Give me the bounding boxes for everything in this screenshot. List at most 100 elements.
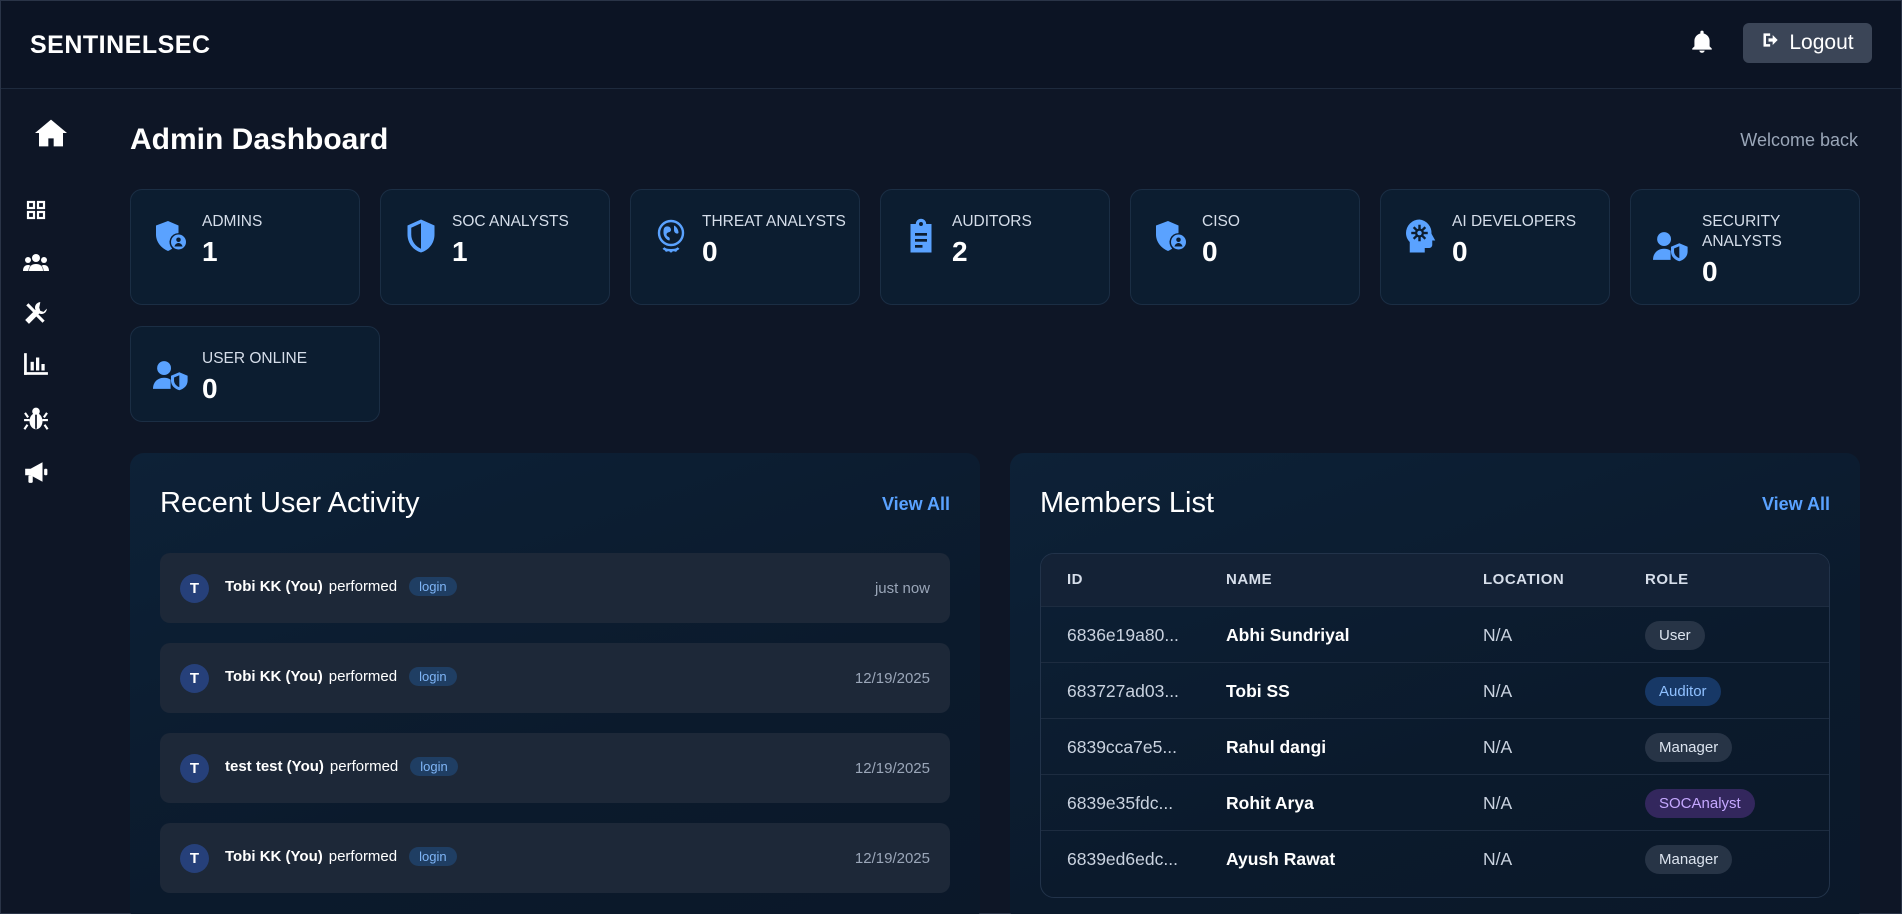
- table-row[interactable]: 683727ad03... Tobi SS N/A Auditor: [1041, 662, 1829, 718]
- activity-time: 12/19/2025: [854, 760, 930, 777]
- user-shield-person-icon: [153, 357, 189, 393]
- member-location: N/A: [1483, 625, 1513, 645]
- logout-icon: [1761, 30, 1781, 56]
- role-badge: Manager: [1645, 733, 1733, 762]
- activity-user: Tobi KK (You): [225, 668, 323, 685]
- avatar: T: [180, 664, 209, 693]
- member-name: Ayush Rawat: [1226, 849, 1336, 869]
- megaphone-icon[interactable]: [23, 460, 49, 484]
- stat-card-auditors[interactable]: AUDITORS 2: [880, 189, 1110, 305]
- table-header: ID NAME LOCATION ROLE: [1041, 554, 1829, 606]
- members-view-all-link[interactable]: View All: [1762, 494, 1830, 515]
- role-badge: User: [1645, 621, 1705, 650]
- panel-title: Recent User Activity: [160, 487, 420, 519]
- activity-text: test test (You) performed login: [225, 757, 458, 776]
- activity-item[interactable]: T Tobi KK (You) performed login 12/19/20…: [160, 823, 950, 893]
- ai-head-icon: [1403, 218, 1439, 254]
- action-badge: login: [409, 667, 457, 686]
- column-header-name: NAME: [1226, 571, 1273, 588]
- stat-card-threat-analysts[interactable]: THREAT ANALYSTS 0: [630, 189, 860, 305]
- brand-logo[interactable]: SENTINELSEC: [30, 31, 211, 60]
- stat-label: SOC ANALYSTS: [452, 213, 569, 230]
- avatar: T: [180, 574, 209, 603]
- activity-item[interactable]: T Tobi KK (You) performed login 12/19/20…: [160, 643, 950, 713]
- table-row[interactable]: 6839cca7e5... Rahul dangi N/A Manager: [1041, 718, 1829, 774]
- role-badge: Manager: [1645, 845, 1733, 874]
- stat-value: 1: [202, 236, 218, 267]
- member-id: 6836e19a80...: [1067, 625, 1179, 645]
- clipboard-icon: [903, 218, 939, 254]
- member-location: N/A: [1483, 681, 1513, 701]
- members-list-panel: Members List View All ID NAME LOCATION R…: [1010, 453, 1860, 914]
- activity-verb: performed: [328, 578, 398, 595]
- sidebar: [1, 90, 101, 914]
- stat-value: 0: [202, 373, 218, 404]
- bug-icon[interactable]: [23, 406, 49, 432]
- activity-item[interactable]: T Tobi KK (You) performed login just now: [160, 553, 950, 623]
- users-icon[interactable]: [23, 252, 49, 272]
- stat-value: 0: [1202, 236, 1218, 267]
- activity-text: Tobi KK (You) performed login: [225, 847, 457, 866]
- stat-label: CISO: [1202, 213, 1240, 230]
- activity-time: 12/19/2025: [854, 670, 930, 687]
- user-shield-icon: [1153, 218, 1189, 254]
- chart-bar-icon[interactable]: [23, 352, 49, 376]
- activity-verb: performed: [329, 758, 399, 775]
- shield-icon: [403, 218, 439, 254]
- panel-title: Members List: [1040, 487, 1215, 519]
- stat-label: THREAT ANALYSTS: [702, 213, 846, 230]
- stat-card-ai-developers[interactable]: AI DEVELOPERS 0: [1380, 189, 1610, 305]
- activity-verb: performed: [328, 668, 398, 685]
- role-badge: SOCAnalyst: [1645, 789, 1755, 818]
- stat-value: 0: [702, 236, 718, 267]
- member-id: 683727ad03...: [1067, 681, 1179, 701]
- role-badge: Auditor: [1645, 677, 1721, 706]
- member-id: 6839e35fdc...: [1067, 793, 1174, 813]
- member-name: Abhi Sundriyal: [1226, 625, 1350, 645]
- member-name: Rohit Arya: [1226, 793, 1314, 813]
- tools-icon[interactable]: [23, 300, 49, 326]
- recent-activity-panel: Recent User Activity View All T Tobi KK …: [130, 453, 980, 914]
- action-badge: login: [410, 757, 458, 776]
- member-id: 6839ed6edc...: [1067, 849, 1178, 869]
- activity-item[interactable]: T test test (You) performed login 12/19/…: [160, 733, 950, 803]
- user-shield-icon: [153, 218, 189, 254]
- threat-globe-icon: [653, 218, 689, 254]
- activity-verb: performed: [328, 848, 398, 865]
- activity-text: Tobi KK (You) performed login: [225, 667, 457, 686]
- stat-value: 1: [452, 236, 468, 267]
- bell-icon[interactable]: [1689, 29, 1715, 55]
- activity-time: 12/19/2025: [854, 850, 930, 867]
- home-icon[interactable]: [35, 118, 67, 148]
- stat-card-ciso[interactable]: CISO 0: [1130, 189, 1360, 305]
- stat-card-soc-analysts[interactable]: SOC ANALYSTS 1: [380, 189, 610, 305]
- members-table: ID NAME LOCATION ROLE 6836e19a80... Abhi…: [1040, 553, 1830, 898]
- action-badge: login: [409, 577, 457, 596]
- user-shield-person-icon: [1653, 228, 1689, 264]
- stat-card-security-analysts[interactable]: SECURITY ANALYSTS 0: [1630, 189, 1860, 305]
- activity-user: test test (You): [225, 758, 324, 775]
- action-badge: login: [409, 847, 457, 866]
- column-header-role: ROLE: [1645, 571, 1689, 588]
- column-header-location: LOCATION: [1483, 571, 1565, 588]
- stat-card-user-online[interactable]: USER ONLINE 0: [130, 326, 380, 422]
- logout-button[interactable]: Logout: [1743, 23, 1872, 63]
- stat-label: ADMINS: [202, 213, 263, 230]
- stat-card-admins[interactable]: ADMINS 1: [130, 189, 360, 305]
- stat-label: SECURITY ANALYSTS: [1702, 213, 1782, 250]
- table-row[interactable]: 6839e35fdc... Rohit Arya N/A SOCAnalyst: [1041, 774, 1829, 830]
- member-name: Rahul dangi: [1226, 737, 1327, 757]
- logout-label: Logout: [1789, 31, 1854, 54]
- activity-text: Tobi KK (You) performed login: [225, 577, 457, 596]
- table-row[interactable]: 6839ed6edc... Ayush Rawat N/A Manager: [1041, 830, 1829, 886]
- stat-label: AI DEVELOPERS: [1452, 213, 1577, 230]
- stat-label: AUDITORS: [952, 213, 1032, 230]
- table-row[interactable]: 6836e19a80... Abhi Sundriyal N/A User: [1041, 606, 1829, 662]
- activity-view-all-link[interactable]: View All: [882, 494, 950, 515]
- member-location: N/A: [1483, 737, 1513, 757]
- grid-icon[interactable]: [26, 200, 46, 220]
- avatar: T: [180, 754, 209, 783]
- top-bar: SENTINELSEC Logout: [1, 1, 1901, 89]
- page-title: Admin Dashboard: [130, 123, 389, 156]
- member-id: 6839cca7e5...: [1067, 737, 1177, 757]
